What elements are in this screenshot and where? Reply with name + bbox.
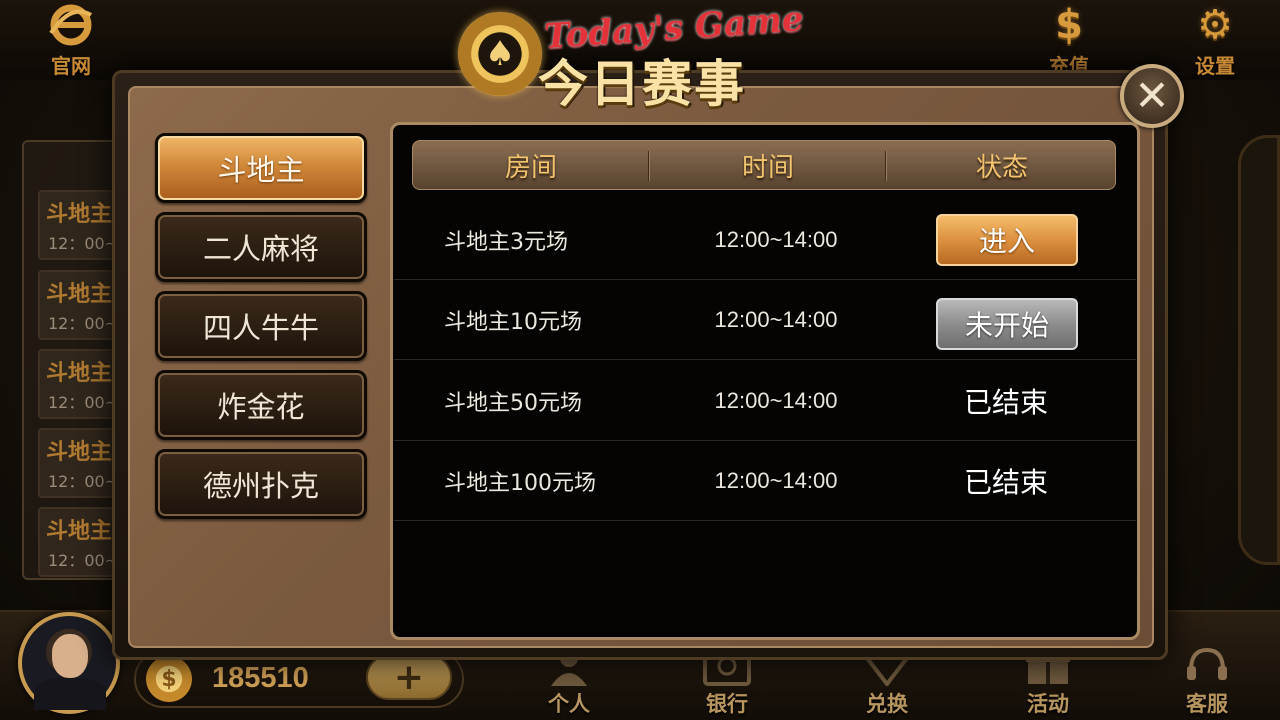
nav-events-label: 活动 [1027, 692, 1069, 716]
category-tab-texas-holdem[interactable]: 德州扑克 [155, 449, 367, 519]
room-time: 12:00~14:00 [714, 388, 838, 413]
close-button[interactable]: ✕ [1120, 64, 1184, 128]
dollar-icon: $ [1055, 2, 1083, 48]
not-started-button[interactable]: 未开始 [936, 298, 1078, 350]
column-header-room: 房间 [504, 152, 557, 183]
settings-label: 设置 [1195, 54, 1235, 78]
nav-profile-label: 个人 [548, 692, 590, 716]
side-decoration [1238, 135, 1280, 565]
room-name: 斗地主10元场 [444, 310, 582, 335]
settings-button[interactable]: ⚙ 设置 [1180, 2, 1250, 80]
headset-icon [1181, 644, 1233, 688]
room-time: 12:00~14:00 [714, 468, 838, 493]
website-label: 官网 [51, 54, 91, 78]
plus-icon: + [393, 656, 425, 698]
add-coins-button[interactable]: + [366, 654, 452, 700]
table-row: 斗地主3元场 12:00~14:00 进入 [394, 200, 1136, 280]
coin-balance: 185510 [212, 662, 309, 694]
category-tab-two-player-mahjong[interactable]: 二人麻将 [155, 212, 367, 282]
table-row: 斗地主100元场 12:00~14:00 已结束 [394, 441, 1136, 521]
poker-chip-icon: ♠ [458, 12, 542, 96]
player-avatar[interactable] [18, 612, 120, 714]
room-name: 斗地主50元场 [444, 391, 582, 416]
room-time: 12:00~14:00 [714, 227, 838, 252]
enter-button[interactable]: 进入 [936, 214, 1078, 266]
avatar-face [52, 634, 88, 678]
modal-title-badge: ♠ Today's Game 今日赛事 [456, 0, 805, 113]
background-item-title: 斗地主 [46, 519, 113, 544]
room-name: 斗地主100元场 [444, 471, 596, 496]
room-time: 12:00~14:00 [714, 307, 838, 332]
nav-service[interactable]: 客服 [1162, 636, 1252, 720]
room-name: 斗地主3元场 [444, 230, 568, 255]
avatar-suit [34, 678, 106, 710]
recharge-button[interactable]: $ 充值 [1034, 2, 1104, 80]
table-row: 斗地主50元场 12:00~14:00 已结束 [394, 361, 1136, 441]
status-ended: 已结束 [963, 466, 1048, 499]
category-tab-doudizhu[interactable]: 斗地主 [155, 133, 367, 203]
website-button[interactable]: 官网 [36, 2, 106, 80]
status-ended: 已结束 [963, 386, 1048, 419]
coin-icon: $ [146, 656, 192, 702]
spade-icon: ♠ [484, 34, 516, 74]
category-tab-zhajinhua[interactable]: 炸金花 [155, 370, 367, 440]
column-header-status: 状态 [975, 152, 1028, 183]
column-header-time: 时间 [741, 152, 794, 183]
table-row: 斗地主10元场 12:00~14:00 未开始 [394, 280, 1136, 360]
nav-bank-label: 银行 [706, 692, 748, 716]
table-header: 房间 时间 状态 [412, 140, 1116, 190]
ie-icon [48, 2, 94, 48]
gear-icon: ⚙ [1197, 2, 1233, 48]
modal-title: 今日赛事 [538, 55, 746, 113]
nav-exchange-label: 兑换 [866, 692, 908, 716]
background-item-title: 斗地主 [46, 202, 113, 227]
background-item-title: 斗地主 [46, 282, 113, 307]
close-icon: ✕ [1134, 71, 1170, 120]
nav-service-label: 客服 [1186, 692, 1228, 716]
background-item-title: 斗地主 [46, 361, 113, 386]
background-item-title: 斗地主 [46, 440, 113, 465]
category-tab-four-player-niuniu[interactable]: 四人牛牛 [155, 291, 367, 361]
